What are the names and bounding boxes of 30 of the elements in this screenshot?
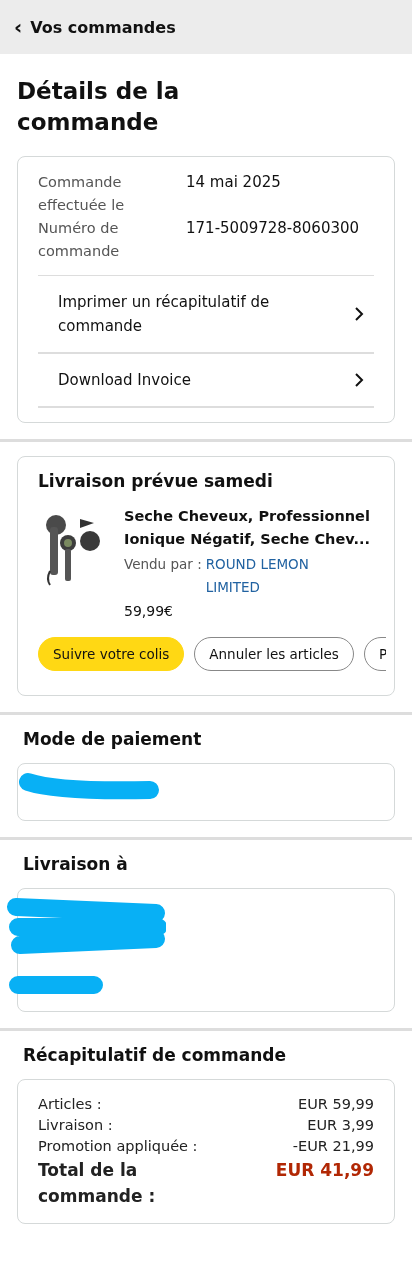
link-row[interactable]: Imprimer un récapitulatif de commande xyxy=(38,276,374,355)
summary-value: EUR 59,99 xyxy=(298,1095,374,1115)
back-icon[interactable]: ‹ xyxy=(14,17,23,37)
section-title: Récapitulatif de commande xyxy=(23,1045,288,1066)
seller-link[interactable]: ROUND LEMON LIMITED xyxy=(205,553,324,600)
link-row[interactable]: Download Invoice xyxy=(38,354,374,409)
summary-label: Promotion appliquée : xyxy=(38,1137,198,1157)
chevron-icon xyxy=(354,372,364,389)
section-title: Mode de paiement xyxy=(23,729,203,750)
product-name[interactable]: Seche Cheveux, Professionnel Ionique Négatif, Seche Chev... xyxy=(124,505,374,552)
chevron-icon xyxy=(354,306,364,323)
summary-label: Articles : xyxy=(38,1095,102,1115)
back-link[interactable]: Vos commandes xyxy=(30,17,176,37)
track-button[interactable]: Suivre votre colis xyxy=(38,637,185,672)
summary-value: EUR 3,99 xyxy=(307,1116,374,1136)
info-value: 171-5009728-8060300 xyxy=(186,218,361,240)
info-label: Commande effectuée le xyxy=(38,173,126,216)
summary-value: -EUR 21,99 xyxy=(292,1137,374,1157)
action-button[interactable]: Annuler les articles xyxy=(194,637,354,672)
info-value: 14 mai 2025 xyxy=(186,172,282,194)
summary-label: Livraison : xyxy=(38,1116,113,1136)
summary-value: EUR 41,99 xyxy=(275,1159,374,1183)
info-label: Numéro de commande xyxy=(38,219,121,262)
product-price: 59,99€ xyxy=(124,603,174,620)
summary-label: Total de la commande : xyxy=(38,1159,157,1209)
action-button[interactable]: P xyxy=(363,637,386,672)
shipment-title: Livraison prévue samedi xyxy=(38,471,274,492)
page-title: Détails de la commande xyxy=(17,77,181,138)
section-title: Livraison à xyxy=(23,854,129,875)
seller-line: Vendu par : ROUND LEMON LIMITED xyxy=(124,553,324,600)
